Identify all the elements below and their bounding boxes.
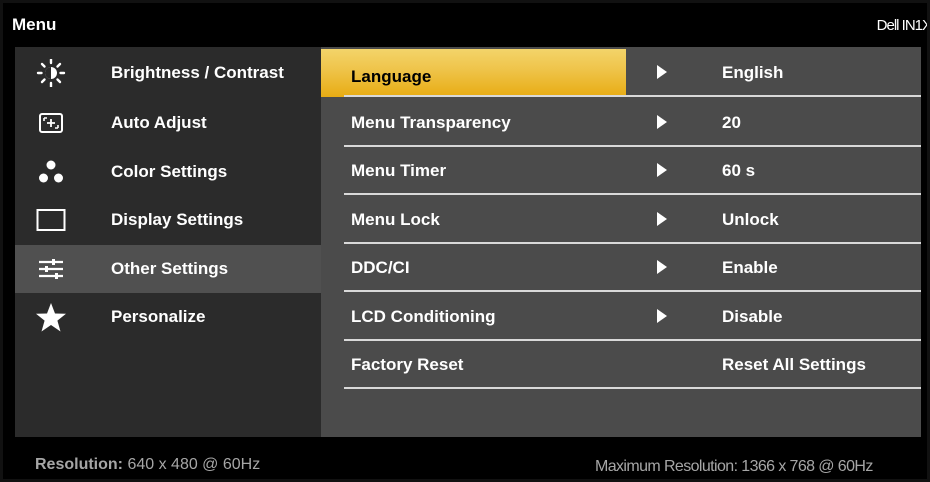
ddc-ci-row[interactable]: DDC/CI Enable [344, 244, 921, 292]
row-divider [344, 95, 921, 97]
setting-value: English [722, 63, 784, 82]
sidebar-item-display-settings[interactable]: Display Settings [15, 196, 321, 244]
star-icon [35, 303, 67, 332]
menu-lock-row[interactable]: Menu Lock Unlock [344, 196, 921, 244]
max-resolution: Maximum Resolution: 1366 x 768 @ 60Hz [595, 458, 873, 475]
display-settings-icon [35, 206, 67, 234]
monitor-osd: Menu Dell IN1X Brightness / Contrast Aut… [0, 0, 930, 482]
arrow-right-icon [657, 163, 667, 177]
language-row[interactable]: Language English [321, 49, 921, 97]
monitor-model: Dell IN1X [876, 17, 930, 34]
resolution-label: Resolution: [35, 456, 123, 473]
menu-title: Menu [12, 15, 57, 34]
sidebar-item-personalize[interactable]: Personalize [15, 293, 321, 341]
sidebar-item-label: Personalize [111, 307, 206, 326]
sidebar-item-color-settings[interactable]: Color Settings [15, 148, 321, 196]
arrow-right-icon [657, 212, 667, 226]
sidebar-item-label: Color Settings [111, 162, 228, 181]
row-divider [344, 290, 921, 292]
sidebar-item-label: Display Settings [111, 210, 244, 229]
menu-transparency-row[interactable]: Menu Transparency 20 [344, 99, 921, 147]
arrow-right-icon [657, 115, 667, 129]
setting-name: Menu Timer [351, 161, 447, 180]
setting-name: DDC/CI [351, 258, 410, 277]
setting-name: Menu Lock [351, 210, 440, 229]
setting-value: Reset All Settings [722, 355, 866, 374]
lcd-conditioning-row[interactable]: LCD Conditioning Disable [344, 293, 921, 341]
arrow-right-icon [657, 260, 667, 274]
main-menu-sidebar: Brightness / Contrast Auto Adjust Color … [15, 47, 321, 437]
sidebar-item-brightness-contrast[interactable]: Brightness / Contrast [15, 49, 321, 97]
auto-adjust-icon [35, 109, 67, 137]
setting-name: LCD Conditioning [351, 307, 496, 326]
other-settings-panel: Language English Menu Transparency 20 Me… [321, 47, 921, 437]
other-settings-icon [35, 255, 67, 283]
arrow-right-icon [657, 65, 667, 79]
resolution-value: 640 x 480 @ 60Hz [127, 456, 261, 473]
status-bar: Resolution: 640 x 480 @ 60Hz Maximum Res… [3, 439, 927, 479]
setting-value: 20 [722, 113, 741, 132]
sidebar-item-label: Brightness / Contrast [111, 63, 284, 82]
setting-value: Enable [722, 258, 778, 277]
sidebar-item-auto-adjust[interactable]: Auto Adjust [15, 99, 321, 147]
current-resolution: Resolution: 640 x 480 @ 60Hz [35, 456, 260, 474]
setting-name: Factory Reset [351, 355, 464, 374]
sidebar-item-other-settings[interactable]: Other Settings [15, 245, 321, 293]
arrow-right-icon [657, 309, 667, 323]
setting-value: 60 s [722, 161, 756, 180]
sidebar-item-label: Other Settings [111, 259, 229, 278]
row-divider [344, 193, 921, 195]
color-settings-icon [35, 158, 67, 186]
setting-value: Unlock [722, 210, 779, 229]
row-divider [344, 387, 921, 389]
setting-value: Disable [722, 307, 783, 326]
menu-timer-row[interactable]: Menu Timer 60 s [344, 147, 921, 195]
brightness-icon [35, 59, 67, 87]
setting-name: Language [351, 67, 432, 86]
sidebar-item-label: Auto Adjust [111, 113, 207, 132]
setting-name: Menu Transparency [351, 113, 511, 132]
factory-reset-row[interactable]: Factory Reset Reset All Settings [344, 341, 921, 389]
title-bar: Menu Dell IN1X [3, 3, 930, 47]
